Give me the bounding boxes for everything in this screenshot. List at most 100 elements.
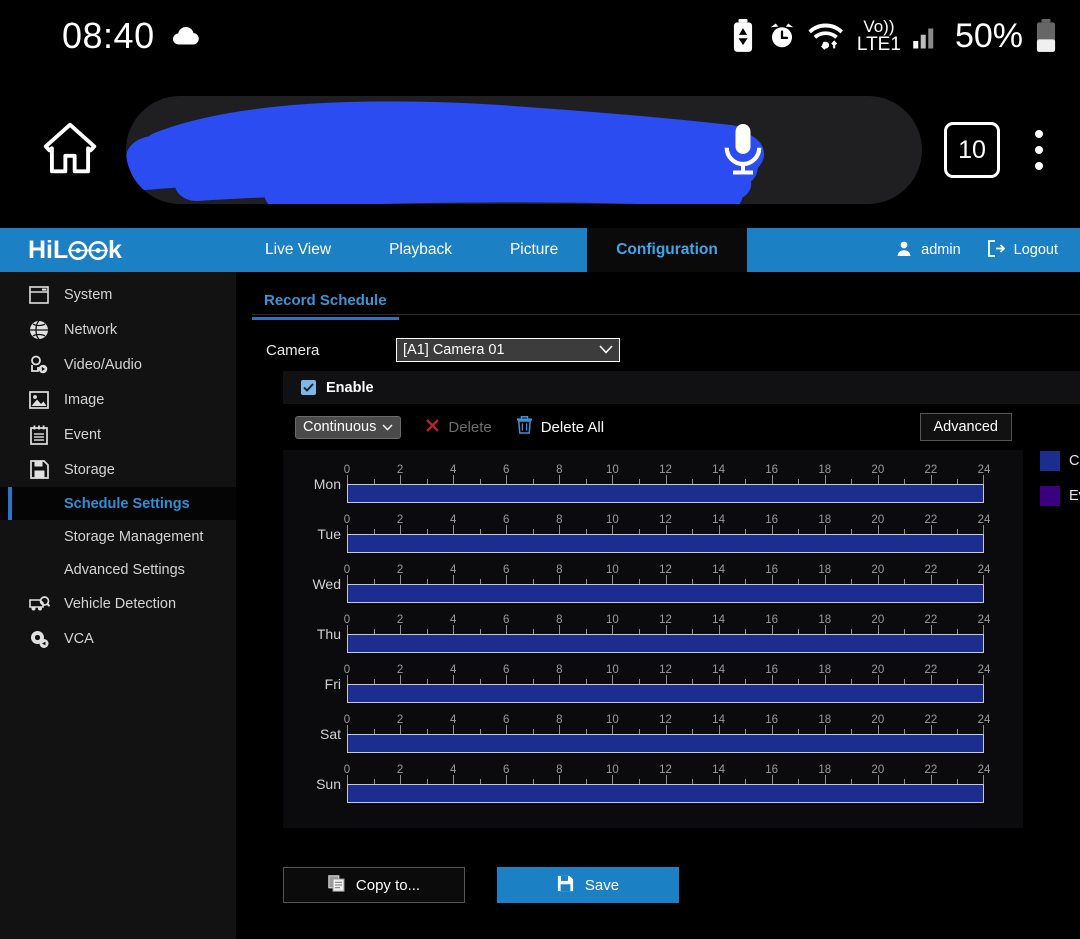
current-user[interactable]: admin	[896, 240, 961, 261]
delete-button[interactable]: Delete	[425, 418, 491, 437]
browser-menu-button[interactable]	[1006, 130, 1072, 170]
sidebar-item-label: Storage	[64, 462, 115, 478]
tick-mark	[931, 525, 932, 534]
advanced-button[interactable]: Advanced	[920, 413, 1013, 441]
sidebar-item-event[interactable]: Event	[0, 417, 236, 452]
schedule-row-sat[interactable]: Sat024681012141618202224	[283, 700, 1023, 750]
day-label: Wed	[287, 576, 341, 592]
sidebar-item-vehicle-detection[interactable]: Vehicle Detection	[0, 586, 236, 621]
tab-count-button[interactable]: 10	[944, 122, 1000, 178]
microphone-icon[interactable]	[713, 118, 773, 185]
vca-icon	[28, 628, 50, 650]
address-bar[interactable]	[126, 96, 922, 204]
enable-row: Enable	[283, 371, 1080, 404]
tick-mark	[719, 775, 720, 784]
schedule-row-wed[interactable]: Wed 024681012141618202224	[283, 550, 1023, 600]
battery-icon	[1034, 19, 1058, 53]
tick-label: 2	[397, 464, 403, 476]
tick-label: 10	[606, 464, 619, 476]
tick-mark	[878, 725, 879, 734]
tab-record-schedule[interactable]: Record Schedule	[252, 292, 399, 320]
tick-mark	[612, 525, 613, 534]
tick-label: 0	[344, 464, 350, 476]
schedule-row-thu[interactable]: Thu024681012141618202224	[283, 600, 1023, 650]
day-label: Mon	[287, 476, 341, 492]
sidebar-item-system[interactable]: System	[0, 277, 236, 312]
tick-label: 14	[712, 714, 725, 726]
day-timeline[interactable]: 024681012141618202224	[347, 514, 984, 548]
tick-mark	[719, 575, 720, 584]
tick-mark	[719, 625, 720, 634]
tick-mark	[612, 675, 613, 684]
day-timeline[interactable]: 024681012141618202224	[347, 564, 984, 598]
time-axis: 024681012141618202224	[347, 714, 984, 734]
tabstrip-divider	[252, 314, 1080, 315]
tick-mark	[400, 775, 401, 784]
tick-label: 4	[450, 764, 456, 776]
schedule-row-tue[interactable]: Tue024681012141618202224	[283, 500, 1023, 550]
tick-label: 12	[659, 514, 672, 526]
schedule-row-fri[interactable]: Fri 024681012141618202224	[283, 650, 1023, 700]
nav-item-picture[interactable]: Picture	[481, 228, 587, 272]
tick-label: 24	[978, 664, 991, 676]
tick-label: 0	[344, 564, 350, 576]
sidebar-item-network[interactable]: Network	[0, 312, 236, 347]
record-type-select[interactable]: Continuous	[295, 416, 401, 439]
sidebar-item-schedule-settings[interactable]: Schedule Settings	[0, 487, 236, 520]
picture-icon	[28, 389, 50, 411]
tick-mark	[666, 625, 667, 634]
tick-label: 20	[871, 764, 884, 776]
tick-mark	[983, 575, 984, 584]
save-button[interactable]: Save	[497, 867, 679, 903]
globe-icon	[28, 319, 50, 341]
day-timeline[interactable]: 024681012141618202224	[347, 614, 984, 648]
tick-label: 20	[871, 614, 884, 626]
tick-label: 24	[978, 614, 991, 626]
delete-all-button[interactable]: Delete All	[516, 416, 604, 438]
tick-label: 8	[556, 514, 562, 526]
sidebar-item-vca[interactable]: VCA	[0, 621, 236, 656]
sidebar-item-advanced-settings[interactable]: Advanced Settings	[0, 553, 236, 586]
logout-button[interactable]: Logout	[987, 240, 1058, 261]
day-timeline[interactable]: 024681012141618202224	[347, 714, 984, 748]
nav-item-playback[interactable]: Playback	[360, 228, 481, 272]
day-label: Fri	[287, 676, 341, 692]
tick-mark	[825, 575, 826, 584]
tick-label: 12	[659, 664, 672, 676]
schedule-row-sun[interactable]: Sun024681012141618202224	[283, 750, 1023, 800]
schedule-row-mon[interactable]: Mon024681012141618202224	[283, 450, 1023, 500]
sidebar-item-storage[interactable]: Storage	[0, 452, 236, 487]
day-timeline[interactable]: 024681012141618202224	[347, 764, 984, 798]
tick-mark	[400, 725, 401, 734]
sidebar-item-label: VCA	[64, 631, 94, 647]
day-timeline[interactable]: 024681012141618202224	[347, 464, 984, 498]
schedule-toolbar: Continuous Delete Delete All	[283, 404, 1080, 450]
tick-label: 16	[765, 614, 778, 626]
tick-mark	[983, 475, 984, 484]
camera-select[interactable]: [A1] Camera 01	[396, 338, 620, 362]
copy-icon	[328, 875, 345, 896]
tick-mark	[453, 525, 454, 534]
tick-mark	[666, 575, 667, 584]
tick-label: 24	[978, 514, 991, 526]
tick-label: 18	[818, 764, 831, 776]
sidebar-item-video-audio[interactable]: Video/Audio	[0, 347, 236, 382]
sidebar-item-storage-management[interactable]: Storage Management	[0, 520, 236, 553]
warning-triangle-icon[interactable]	[154, 122, 206, 179]
tick-mark	[559, 625, 560, 634]
enable-checkbox[interactable]	[301, 380, 316, 395]
nav-item-live-view[interactable]: Live View	[236, 228, 360, 272]
home-button[interactable]	[22, 117, 118, 184]
record-schedule-grid[interactable]: Mon024681012141618202224Tue0246810121416…	[283, 450, 1023, 828]
wifi-icon	[808, 19, 846, 53]
username-label: admin	[921, 242, 961, 258]
nav-item-configuration[interactable]: Configuration	[587, 228, 747, 272]
schedule-bar[interactable]	[347, 784, 984, 803]
copy-to-button[interactable]: Copy to...	[283, 867, 465, 903]
cellular-signal-icon	[912, 21, 942, 51]
day-timeline[interactable]: 024681012141618202224	[347, 664, 984, 698]
tick-mark	[612, 475, 613, 484]
hilook-logo[interactable]: HiL k	[0, 228, 236, 272]
tick-mark	[453, 775, 454, 784]
sidebar-item-image[interactable]: Image	[0, 382, 236, 417]
